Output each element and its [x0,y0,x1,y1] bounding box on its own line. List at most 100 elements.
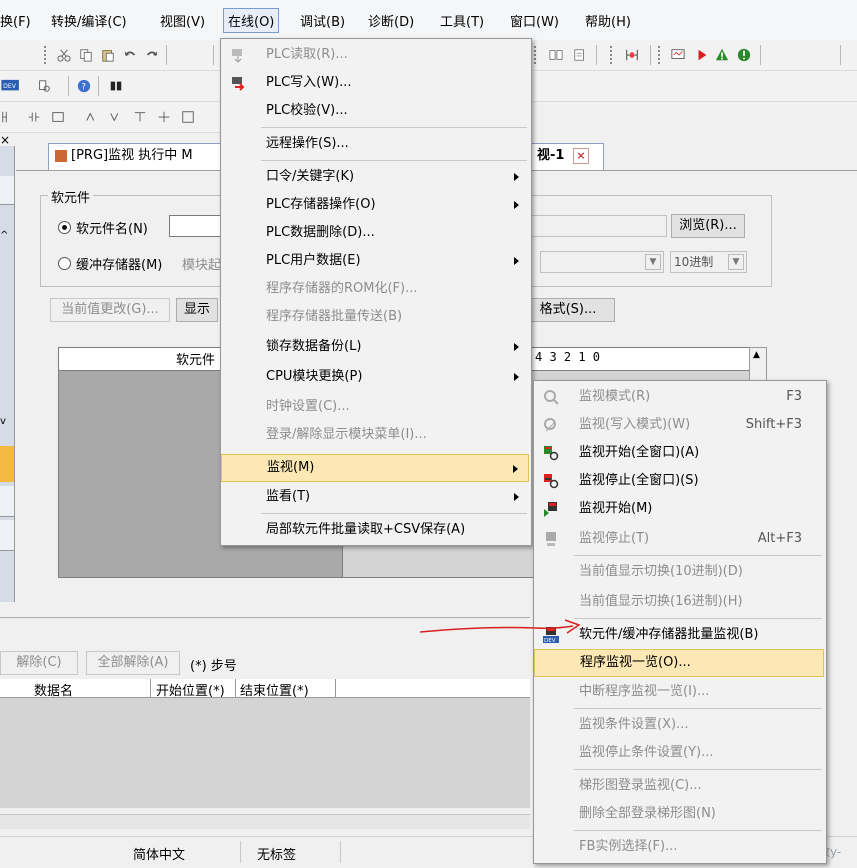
menu-item-delete-all-registered-ladders[interactable]: 删除全部登录梯形图(N) [534,800,824,828]
menu-item-monitor-write-mode[interactable]: 监视(写入模式)(W) Shift+F3 [534,411,824,439]
menu-item-program-monitor-list[interactable]: 程序监视一览(O)... [534,649,824,677]
menu-convert[interactable]: 换(F) [0,11,31,30]
run-icon[interactable] [694,48,710,62]
menu-item-plc-write[interactable]: PLC写入(W)... [221,69,529,97]
menu-item-monitor[interactable]: 监视(M) [221,454,529,482]
menu-online[interactable]: 在线(O) [223,8,280,33]
menu-debug[interactable]: 调试(B) [300,11,345,30]
toolbar-grip[interactable] [610,46,615,64]
module-select[interactable]: ▼ [540,251,664,273]
chevron-up-icon[interactable]: ^ [0,230,14,244]
ladder-icon[interactable] [624,48,640,62]
menu-item-latch-backup[interactable]: 锁存数据备份(L) [221,333,529,361]
menu-item-monitor-start-all[interactable]: 监视开始(全窗口)(A) [534,439,824,467]
device-icon[interactable]: DEV [0,79,22,93]
submenu-arrow-icon [514,173,519,181]
copy-icon[interactable] [78,48,94,62]
ladder-edit-icon[interactable] [0,110,16,124]
submenu-arrow-icon [514,201,519,209]
menu-item-display-module-menu[interactable]: 登录/解除显示模块菜单(I)... [221,421,529,449]
coil-icon[interactable] [50,110,66,124]
format-button[interactable]: 格式(S)... [521,298,615,322]
submenu-arrow-icon [514,257,519,265]
device-search-field[interactable] [531,215,667,237]
menu-item-watch[interactable]: 监看(T) [221,483,529,511]
scroll-up-icon[interactable]: ▲ [753,350,760,360]
instruction-icon[interactable] [180,110,196,124]
menu-item-interrupt-program-monitor-list[interactable]: 中断程序监视一览(I)... [534,678,824,706]
find-icon[interactable] [572,48,588,62]
menu-item-plc-memory-operation[interactable]: PLC存储器操作(O) [221,191,529,219]
toolbar-grip[interactable] [44,46,49,64]
menu-item-local-device-csv[interactable]: 局部软元件批量读取+CSV保存(A) [221,516,529,544]
menu-compile[interactable]: 转换/编译(C) [51,11,127,30]
menu-item-plc-read[interactable]: PLC读取(R)... [221,41,529,69]
menu-window[interactable]: 窗口(W) [510,11,559,30]
tab-device-batch-monitor[interactable]: 视-1 × [530,143,604,170]
menu-item-monitor-condition[interactable]: 监视条件设置(X)... [534,711,824,739]
line-delete-icon[interactable] [156,110,172,124]
line-draw-icon[interactable] [132,110,148,124]
falling-edge-icon[interactable] [108,110,124,124]
device-search-icon[interactable] [36,79,52,93]
current-value-change-button[interactable]: 当前值更改(G)... [50,298,170,322]
close-icon[interactable]: × [0,133,14,147]
menu-item-clock-setting[interactable]: 时钟设置(C)... [221,393,529,421]
menu-item-plc-user-data[interactable]: PLC用户数据(E) [221,247,529,275]
toolbar-grip[interactable] [534,46,539,64]
menu-item-ladder-register-monitor[interactable]: 梯形图登录监视(C)... [534,772,824,800]
buffer-memory-radio[interactable] [58,257,71,270]
toolbar-separator [213,45,214,65]
error-icon[interactable] [736,48,752,62]
toolbar-grip[interactable] [658,46,663,64]
menu-item-plc-verify[interactable]: PLC校验(V)... [221,97,529,125]
menu-item-display-decimal[interactable]: 当前值显示切换(10进制)(D) [534,558,824,586]
monitor-icon[interactable] [670,48,686,62]
paste-icon[interactable] [100,48,116,62]
binoculars-icon[interactable] [108,79,124,93]
release-button[interactable]: 解除(C) [0,651,78,675]
menu-view[interactable]: 视图(V) [160,11,205,30]
menu-item-remote-operation[interactable]: 远程操作(S)... [221,130,529,158]
compare-icon[interactable] [548,48,564,62]
column-divider [335,679,336,697]
sidebar-item[interactable] [0,176,14,205]
menu-item-monitor-stop[interactable]: 监视停止(T) Alt+F3 [534,525,824,553]
device-column-header: 软元件 [176,353,216,368]
contact-icon[interactable] [26,110,42,124]
sidebar-item[interactable] [0,486,14,517]
menu-item-rom[interactable]: 程序存储器的ROM化(F)... [221,275,529,303]
menu-item-password[interactable]: 口令/关键字(K) [221,163,529,191]
menu-item-monitor-start[interactable]: 监视开始(M) [534,495,824,523]
device-name-radio[interactable] [58,221,71,234]
browse-button[interactable]: 浏览(R)... [671,214,745,238]
undo-icon[interactable] [122,48,138,62]
display-button[interactable]: 显示 [176,298,218,322]
redo-icon[interactable] [144,48,160,62]
device-name-input[interactable] [169,215,221,237]
release-all-button[interactable]: 全部解除(A) [86,651,180,675]
menu-item-program-memory-transfer[interactable]: 程序存储器批量传送(B) [221,303,529,331]
rising-edge-icon[interactable] [84,110,100,124]
menu-item-fb-instance-select[interactable]: FB实例选择(F)... [534,833,824,861]
menu-tools[interactable]: 工具(T) [440,11,484,30]
menu-item-plc-data-delete[interactable]: PLC数据删除(D)... [221,219,529,247]
horizontal-scrollbar[interactable] [0,814,530,829]
warning-icon[interactable] [714,48,730,62]
menu-diagnose[interactable]: 诊断(D) [368,11,414,30]
menu-item-monitor-mode[interactable]: 监视模式(R) F3 [534,383,824,411]
radix-select[interactable]: 10进制 ▼ [670,251,747,273]
menu-item-monitor-stop-all[interactable]: 监视停止(全窗口)(S) [534,467,824,495]
help-icon[interactable]: ? [76,79,92,93]
menu-help[interactable]: 帮助(H) [585,11,631,30]
menu-separator [261,160,527,161]
menu-item-cpu-replace[interactable]: CPU模块更换(P) [221,363,529,391]
sidebar-item-active[interactable] [0,446,14,482]
sidebar-item[interactable] [0,520,14,551]
list-body[interactable] [0,698,530,808]
menu-item-monitor-stop-condition[interactable]: 监视停止条件设置(Y)... [534,739,824,767]
chevron-down-icon[interactable]: v [0,416,14,430]
tab-program-monitor[interactable]: [PRG]监视 执行中 M [48,143,227,170]
tab-close-icon[interactable]: × [572,148,589,164]
cut-icon[interactable] [56,48,72,62]
